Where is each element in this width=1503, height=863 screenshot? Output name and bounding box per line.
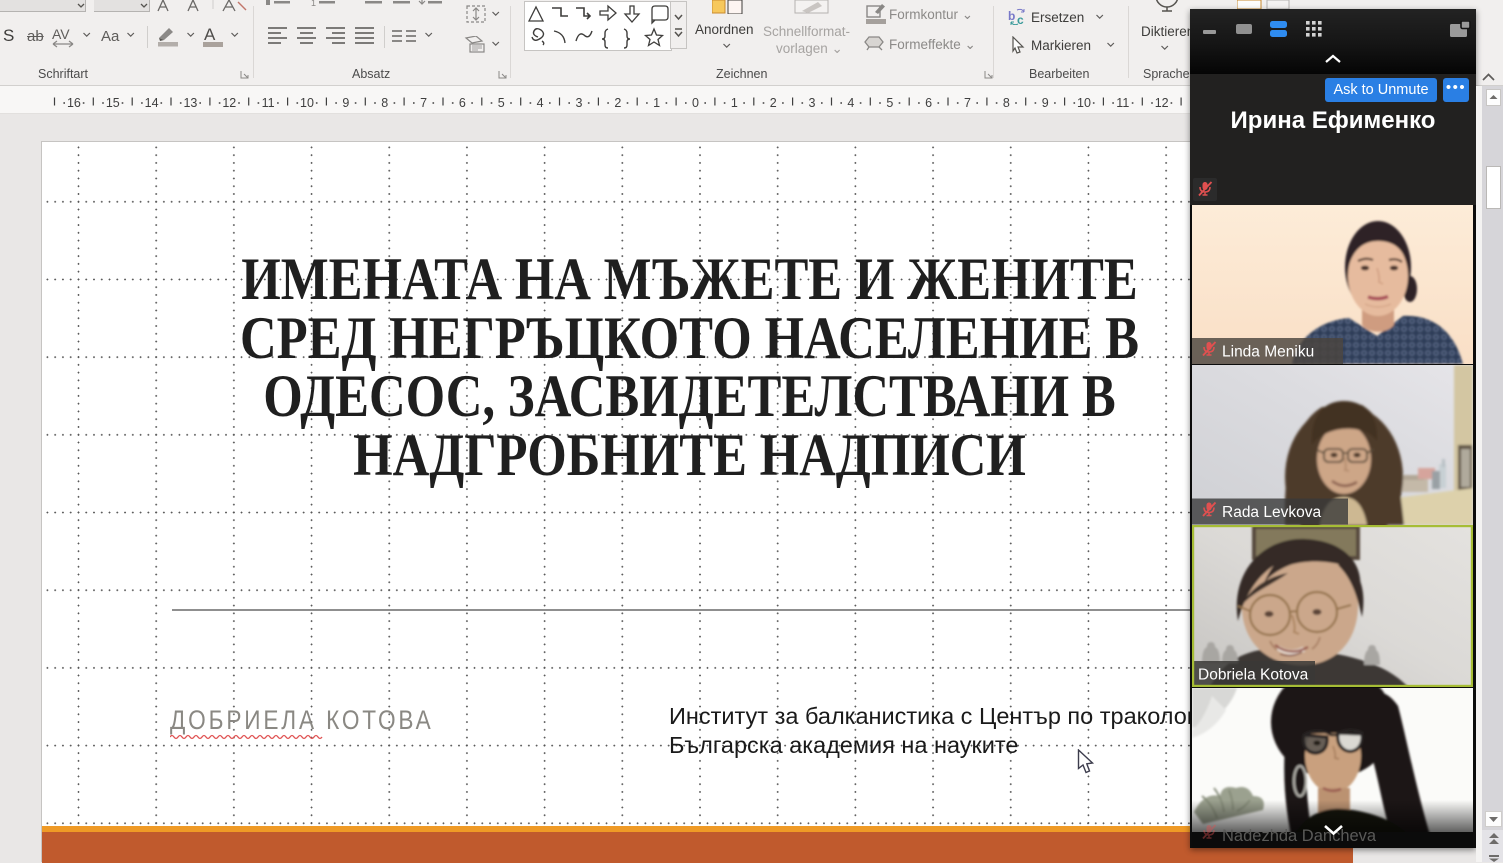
svg-text:1: 1 [653,96,660,110]
svg-text:Dobriela Kotova: Dobriela Kotova [1198,667,1309,684]
svg-text:2: 2 [614,96,621,110]
svg-text:16: 16 [67,96,81,110]
svg-text:9: 9 [1042,96,1049,110]
svg-text:8: 8 [1003,96,1010,110]
svg-text:12: 12 [222,96,236,110]
svg-text:9: 9 [342,96,349,110]
svg-text:1: 1 [731,96,738,110]
svg-text:Nadezhda Dancheva: Nadezhda Dancheva [1222,827,1377,845]
svg-text:5: 5 [498,96,505,110]
svg-text:3: 3 [576,96,583,110]
svg-text:6: 6 [925,96,932,110]
svg-text:0: 0 [692,96,699,110]
svg-text:14: 14 [145,96,159,110]
svg-text:3: 3 [809,96,816,110]
svg-text:13: 13 [183,96,197,110]
svg-text:8: 8 [381,96,388,110]
svg-text:10: 10 [300,96,314,110]
svg-text:Linda Meniku: Linda Meniku [1222,343,1314,360]
svg-text:12: 12 [1155,96,1169,110]
svg-text:7: 7 [964,96,971,110]
svg-text:11: 11 [262,96,275,110]
svg-text:2: 2 [770,96,777,110]
svg-text:11: 11 [1116,96,1129,110]
svg-text:7: 7 [420,96,427,110]
svg-text:5: 5 [886,96,893,110]
svg-text:10: 10 [1077,96,1091,110]
svg-text:6: 6 [459,96,466,110]
svg-text:15: 15 [106,96,120,110]
svg-text:4: 4 [537,96,544,110]
svg-text:Rada Levkova: Rada Levkova [1222,504,1321,521]
svg-text:4: 4 [847,96,854,110]
